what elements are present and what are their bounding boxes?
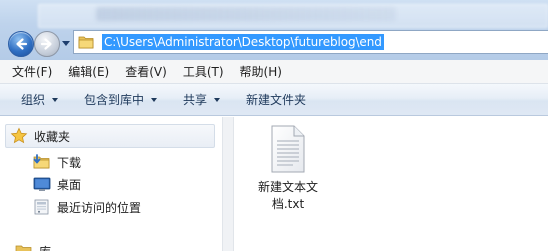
address-path-text[interactable]: C:\Users\Administrator\Desktop\futureblo… <box>102 34 384 50</box>
share-label: 共享 <box>183 93 208 107</box>
file-name-line-1: 新建文本文 <box>257 180 318 194</box>
menu-view[interactable]: 查看(V) <box>125 63 167 80</box>
menu-edit[interactable]: 编辑(E) <box>68 63 109 80</box>
organize-button[interactable]: 组织 <box>21 91 59 108</box>
pane-splitter[interactable] <box>222 117 234 251</box>
include-in-library-label: 包含到库中 <box>84 93 145 107</box>
include-in-library-button[interactable]: 包含到库中 <box>84 91 158 108</box>
desktop-icon <box>33 177 51 191</box>
download-folder-icon <box>33 154 50 169</box>
share-button[interactable]: 共享 <box>183 91 221 108</box>
menu-bar: 文件(F) 编辑(E) 查看(V) 工具(T) 帮助(H) <box>0 60 548 84</box>
nav-item-desktop[interactable]: 桌面 <box>33 173 81 195</box>
file-name: 新建文本文 档.txt <box>252 179 324 213</box>
arrow-left-icon <box>16 38 28 50</box>
file-name-line-2: 档.txt <box>271 197 305 211</box>
nav-item-label: 下载 <box>57 155 82 170</box>
address-bar[interactable]: C:\Users\Administrator\Desktop\futureblo… <box>73 30 548 54</box>
nav-item-label: 最近访问的位置 <box>57 200 142 215</box>
nav-item-recent-places[interactable]: 最近访问的位置 <box>33 196 141 218</box>
text-document-icon <box>271 125 305 173</box>
navigation-pane: 收藏夹 下载 桌面 最近访问的位置 库 <box>0 117 222 251</box>
new-folder-button[interactable]: 新建文件夹 <box>246 91 306 108</box>
folder-icon <box>78 36 94 49</box>
file-list-pane[interactable]: 新建文本文 档.txt <box>234 117 548 251</box>
nav-item-downloads[interactable]: 下载 <box>33 151 81 173</box>
chevron-down-icon <box>214 97 221 102</box>
menu-file[interactable]: 文件(F) <box>12 63 52 80</box>
chevron-down-icon <box>52 97 59 102</box>
nav-favorites[interactable]: 收藏夹 <box>5 124 215 148</box>
recent-pages-dropdown[interactable] <box>62 41 70 46</box>
library-icon <box>15 245 32 251</box>
chevron-down-icon <box>151 97 158 102</box>
star-icon <box>10 127 28 144</box>
file-item[interactable]: 新建文本文 档.txt <box>252 125 324 213</box>
organize-label: 组织 <box>21 93 46 107</box>
recent-places-icon <box>34 199 49 215</box>
background-window-ghost-text <box>96 7 396 21</box>
nav-item-label: 桌面 <box>57 177 82 192</box>
back-button[interactable] <box>8 31 34 57</box>
command-bar: 组织 包含到库中 共享 新建文件夹 <box>0 84 548 116</box>
menu-help[interactable]: 帮助(H) <box>240 63 282 80</box>
window-titlebar: C:\Users\Administrator\Desktop\futureblo… <box>0 0 548 60</box>
menu-tools[interactable]: 工具(T) <box>183 63 224 80</box>
new-folder-label: 新建文件夹 <box>246 93 307 107</box>
nav-libraries-label: 库 <box>39 243 51 251</box>
nav-libraries[interactable]: 库 <box>15 240 51 251</box>
nav-favorites-label: 收藏夹 <box>34 129 71 144</box>
forward-button[interactable] <box>34 31 60 57</box>
arrow-right-icon <box>40 38 52 50</box>
